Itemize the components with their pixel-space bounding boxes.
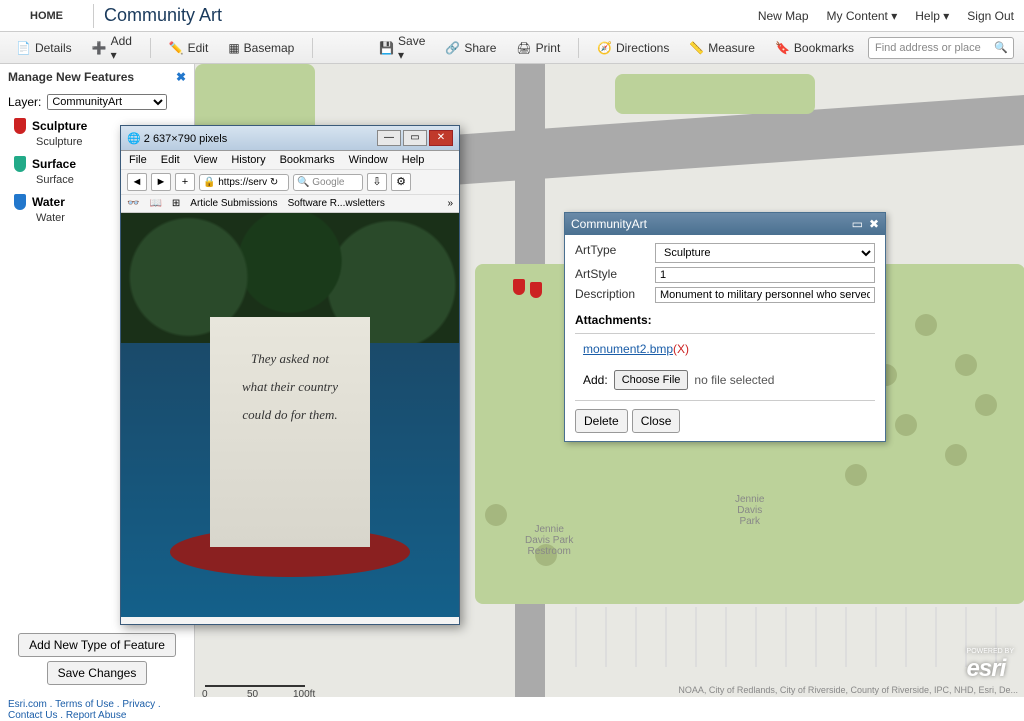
footer-link[interactable]: Esri.com [8,699,47,710]
browser-search[interactable]: 🔍 Google [293,174,363,191]
menu-bookmarks[interactable]: Bookmarks [280,154,335,166]
add-tab-button[interactable]: + [175,173,195,191]
scale-bar: 0 50 100ft [205,685,305,687]
choose-file-button[interactable]: Choose File [614,370,689,390]
bookmarks-button[interactable]: 🔖 Bookmarks [769,38,860,58]
details-button[interactable]: 📄 Details [10,38,78,58]
bookmark-item[interactable]: Article Submissions [190,198,277,209]
gear-icon[interactable]: ⚙ [391,173,411,191]
close-icon[interactable]: ✕ [429,130,453,146]
footer-link[interactable]: Contact Us [8,710,57,721]
maximize-icon[interactable]: ▭ [852,217,863,231]
print-button[interactable]: 🖨 Print [510,38,566,58]
no-file-text: no file selected [694,373,774,387]
maximize-icon[interactable]: ▭ [403,130,427,146]
home-link[interactable]: HOME [10,10,83,22]
park-label: Jennie Davis Park [735,494,764,527]
menu-window[interactable]: Window [349,154,388,166]
search-icon: 🔍 [994,41,1008,54]
attribution: NOAA, City of Redlands, City of Riversid… [678,685,1018,695]
arttype-label: ArtType [575,243,655,263]
share-button[interactable]: 🔗 Share [439,38,502,58]
url-bar[interactable]: 🔒 https://serv ↻ [199,174,289,191]
measure-button[interactable]: 📏 Measure [683,38,761,58]
menu-view[interactable]: View [194,154,218,166]
add-button[interactable]: ➕ Add ▾ [86,31,138,65]
popup-title: CommunityArt [571,217,647,231]
layer-select[interactable]: CommunityArt [47,94,167,110]
attachment-delete[interactable]: (X) [673,342,689,356]
layer-label: Layer: [8,95,41,109]
basemap-button[interactable]: ▦ Basemap [222,38,300,58]
minimize-icon[interactable]: — [377,130,401,146]
sidebar-title: Manage New Features [8,70,134,84]
sign-out-link[interactable]: Sign Out [967,9,1014,23]
page-title: Community Art [104,5,222,26]
book-icon[interactable]: 📖 [149,198,161,209]
monument-text: could do for them. [242,407,337,423]
pin-icon [14,194,26,210]
footer-link[interactable]: Privacy [122,699,155,710]
menu-file[interactable]: File [129,154,147,166]
pin-icon [14,118,26,134]
description-input[interactable] [655,287,875,303]
browser-title: 2 637×790 pixels [144,133,227,145]
description-label: Description [575,287,655,303]
footer: Esri.com . Terms of Use . Privacy . Cont… [0,697,1024,715]
add-label: Add: [583,373,608,387]
bookmark-item[interactable]: Software R...wsletters [288,198,385,209]
directions-button[interactable]: 🧭 Directions [591,38,675,58]
help-menu[interactable]: Help ▾ [915,9,949,23]
close-icon[interactable]: ✖ [869,217,879,231]
restroom-label: Jennie Davis Park Restroom [525,524,573,557]
edit-button[interactable]: ✏️ Edit [163,38,215,58]
monument-text: what their country [242,379,338,395]
feature-popup: CommunityArt ▭ ✖ ArtType Sculpture ArtSt… [564,212,886,442]
top-bar: HOME Community Art New Map My Content ▾ … [0,0,1024,32]
attachment-link[interactable]: monument2.bmp [583,342,673,356]
new-map-link[interactable]: New Map [758,9,809,23]
artstyle-label: ArtStyle [575,267,655,283]
chevron-right-icon[interactable]: » [447,198,453,209]
close-button[interactable]: Close [632,409,681,433]
footer-link[interactable]: Report Abuse [66,710,127,721]
artstyle-input[interactable] [655,267,875,283]
download-icon[interactable]: ⇩ [367,173,387,191]
close-icon[interactable]: ✖ [176,70,186,84]
forward-button[interactable]: ► [151,173,171,191]
back-button[interactable]: ◄ [127,173,147,191]
map-marker[interactable] [530,282,542,298]
footer-link[interactable]: Terms of Use [55,699,114,710]
delete-button[interactable]: Delete [575,409,628,433]
map-marker[interactable] [513,279,525,295]
grid-icon[interactable]: ⊞ [172,198,180,209]
save-button[interactable]: 💾 Save ▾ [373,31,431,65]
my-content-menu[interactable]: My Content ▾ [827,9,898,23]
save-changes-button[interactable]: Save Changes [47,661,148,685]
browser-menu: File Edit View History Bookmarks Window … [121,151,459,170]
reader-icon[interactable]: 👓 [127,198,139,209]
arttype-select[interactable]: Sculpture [655,243,875,263]
menu-history[interactable]: History [231,154,265,166]
add-feature-type-button[interactable]: Add New Type of Feature [18,633,176,657]
toolbar: 📄 Details ➕ Add ▾ ✏️ Edit ▦ Basemap 💾 Sa… [0,32,1024,64]
pin-icon [14,156,26,172]
attachments-label: Attachments: [575,313,875,327]
menu-help[interactable]: Help [402,154,425,166]
divider [93,4,94,28]
menu-edit[interactable]: Edit [161,154,180,166]
browser-window: 🌐 2 637×790 pixels — ▭ ✕ File Edit View … [120,125,460,625]
image-viewport: They asked not what their country could … [121,213,459,617]
esri-logo: POWERED BY esri [967,648,1014,683]
search-input[interactable]: Find address or place 🔍 [868,37,1014,59]
monument-text: They asked not [251,351,329,367]
